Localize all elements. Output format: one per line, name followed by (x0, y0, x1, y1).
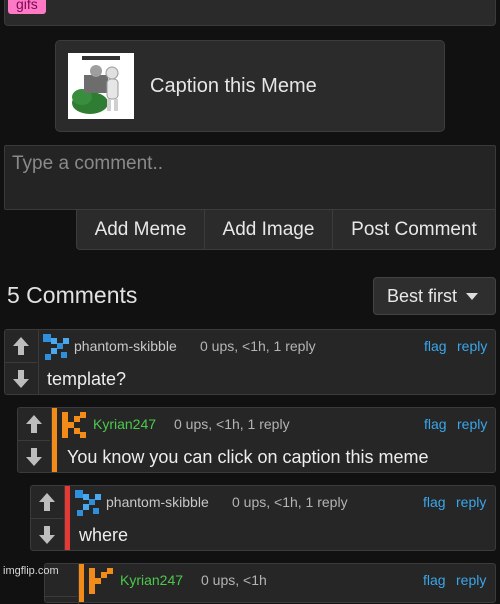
comment-item: phantom-skibble 0 ups, <1h, 1 reply flag… (30, 485, 496, 551)
sort-dropdown[interactable]: Best first (373, 277, 496, 315)
add-image-button[interactable]: Add Image (205, 210, 333, 249)
comment-text: template? (47, 369, 127, 389)
comment-username[interactable]: Kyrian247 (93, 416, 156, 432)
reply-link[interactable]: reply (457, 338, 487, 354)
post-comment-button[interactable]: Post Comment (333, 210, 495, 249)
tag-gifs[interactable]: gifs (8, 0, 46, 14)
flag-link[interactable]: flag (423, 572, 446, 588)
caret-down-icon (466, 292, 479, 300)
upvote-arrow-icon[interactable] (31, 486, 63, 519)
downvote-arrow-icon[interactable] (18, 441, 50, 473)
add-meme-button[interactable]: Add Meme (77, 210, 205, 249)
comment-username[interactable]: phantom-skibble (74, 338, 177, 354)
imgflip-watermark: imgflip.com (3, 565, 59, 577)
comment-text: You know you can click on caption this m… (67, 447, 429, 467)
upvote-arrow-icon[interactable] (5, 330, 37, 363)
thread-accent-bar (52, 408, 57, 472)
vote-column (18, 408, 52, 472)
previous-section-strip: gifs (4, 0, 496, 26)
meme-template-thumbnail (68, 53, 134, 119)
user-avatar[interactable] (89, 568, 115, 594)
thread-accent-bar (79, 564, 84, 602)
comment-item: Kyrian247 0 ups, <1h, 1 reply flag reply… (17, 407, 496, 473)
vote-column (31, 486, 65, 550)
flag-link[interactable]: flag (424, 416, 447, 432)
caption-this-meme-button[interactable]: Caption this Meme (55, 40, 445, 132)
reply-link[interactable]: reply (456, 494, 486, 510)
flag-link[interactable]: flag (423, 494, 446, 510)
user-avatar[interactable] (75, 490, 101, 516)
upvote-arrow-icon[interactable] (18, 408, 50, 441)
comment-input[interactable] (4, 145, 496, 210)
comment-username[interactable]: phantom-skibble (106, 494, 209, 510)
comment-actions: Add Meme Add Image Post Comment (76, 209, 496, 250)
comments-count: 5 Comments (7, 282, 138, 308)
comment-text: where (79, 525, 129, 545)
comment-meta: 0 ups, <1h (201, 572, 267, 588)
downvote-arrow-icon[interactable] (5, 363, 37, 395)
reply-link[interactable]: reply (457, 416, 487, 432)
user-avatar[interactable] (43, 334, 69, 360)
reply-link[interactable]: reply (456, 572, 486, 588)
downvote-arrow-icon[interactable] (31, 519, 63, 551)
comment-meta: 0 ups, <1h, 1 reply (174, 416, 290, 432)
vote-column (5, 330, 39, 394)
user-avatar[interactable] (62, 412, 88, 438)
thread-accent-bar (65, 486, 70, 550)
flag-link[interactable]: flag (424, 338, 447, 354)
comment-meta: 0 ups, <1h, 1 reply (200, 338, 316, 354)
comment-meta: 0 ups, <1h, 1 reply (232, 494, 348, 510)
comment-item: Kyrian247 0 ups, <1h flag reply (44, 563, 496, 604)
comment-username[interactable]: Kyrian247 (120, 572, 183, 588)
comment-item: phantom-skibble 0 ups, <1h, 1 reply flag… (4, 329, 496, 395)
caption-this-meme-label: Caption this Meme (150, 75, 317, 97)
sort-dropdown-label: Best first (387, 285, 458, 306)
